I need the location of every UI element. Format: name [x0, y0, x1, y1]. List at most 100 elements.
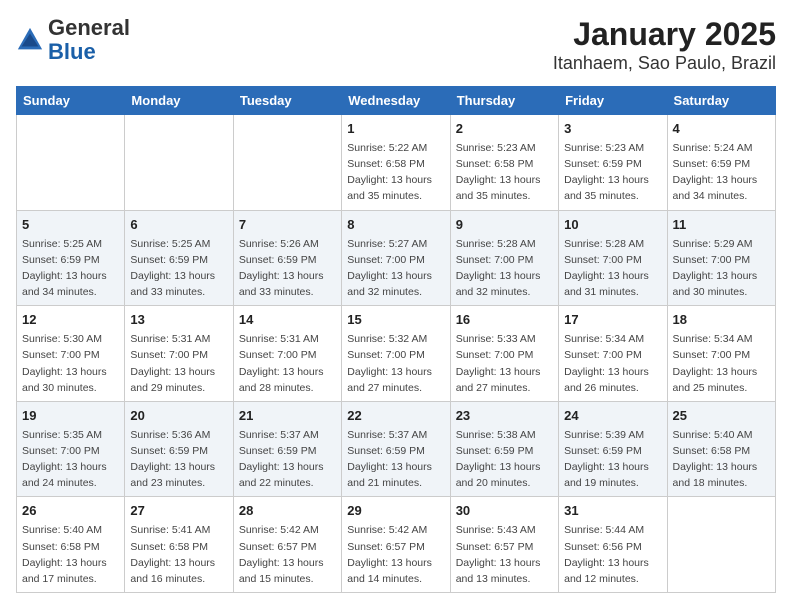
- day-info: Sunrise: 5:37 AM Sunset: 6:59 PM Dayligh…: [239, 429, 324, 489]
- calendar-cell: 30Sunrise: 5:43 AM Sunset: 6:57 PM Dayli…: [450, 497, 558, 593]
- day-number: 21: [239, 407, 336, 425]
- day-number: 26: [22, 502, 119, 520]
- day-info: Sunrise: 5:32 AM Sunset: 7:00 PM Dayligh…: [347, 333, 432, 393]
- weekday-header-row: SundayMondayTuesdayWednesdayThursdayFrid…: [17, 87, 776, 115]
- calendar-cell: 14 Sunrise: 5:31 AM Sunset: 7:00 PM Dayli…: [233, 306, 341, 402]
- calendar-cell: 2 Sunrise: 5:23 AM Sunset: 6:58 PM Daylig…: [450, 115, 558, 211]
- page-title: January 2025: [553, 16, 776, 53]
- weekday-header-wednesday: Wednesday: [342, 87, 450, 115]
- calendar-cell: 9 Sunrise: 5:28 AM Sunset: 7:00 PM Daylig…: [450, 210, 558, 306]
- calendar-cell: 31Sunrise: 5:44 AM Sunset: 6:56 PM Dayli…: [559, 497, 667, 593]
- calendar-table: SundayMondayTuesdayWednesdayThursdayFrid…: [16, 86, 776, 593]
- day-number: 2: [456, 120, 553, 138]
- day-info: Sunrise: 5:29 AM Sunset: 7:00 PM Dayligh…: [673, 238, 758, 298]
- day-info: Sunrise: 5:25 AM Sunset: 6:59 PM Dayligh…: [130, 238, 215, 298]
- calendar-cell: 17Sunrise: 5:34 AM Sunset: 7:00 PM Dayli…: [559, 306, 667, 402]
- day-info: Sunrise: 5:41 AM Sunset: 6:58 PM Dayligh…: [130, 524, 215, 584]
- calendar-cell: [125, 115, 233, 211]
- day-number: 7: [239, 216, 336, 234]
- calendar-cell: 24Sunrise: 5:39 AM Sunset: 6:59 PM Dayli…: [559, 401, 667, 497]
- day-number: 29: [347, 502, 444, 520]
- calendar-week-row: 1 Sunrise: 5:22 AM Sunset: 6:58 PM Daylig…: [17, 115, 776, 211]
- day-info: Sunrise: 5:25 AM Sunset: 6:59 PM Dayligh…: [22, 238, 107, 298]
- day-info: Sunrise: 5:28 AM Sunset: 7:00 PM Dayligh…: [564, 238, 649, 298]
- page-header: General Blue January 2025 Itanhaem, Sao …: [16, 16, 776, 74]
- day-info: Sunrise: 5:33 AM Sunset: 7:00 PM Dayligh…: [456, 333, 541, 393]
- calendar-cell: [667, 497, 775, 593]
- day-info: Sunrise: 5:40 AM Sunset: 6:58 PM Dayligh…: [673, 429, 758, 489]
- calendar-cell: 15 Sunrise: 5:32 AM Sunset: 7:00 PM Dayli…: [342, 306, 450, 402]
- day-number: 30: [456, 502, 553, 520]
- calendar-cell: 16 Sunrise: 5:33 AM Sunset: 7:00 PM Dayli…: [450, 306, 558, 402]
- calendar-cell: 21 Sunrise: 5:37 AM Sunset: 6:59 PM Dayli…: [233, 401, 341, 497]
- day-number: 24: [564, 407, 661, 425]
- calendar-week-row: 12 Sunrise: 5:30 AM Sunset: 7:00 PM Dayli…: [17, 306, 776, 402]
- day-info: Sunrise: 5:27 AM Sunset: 7:00 PM Dayligh…: [347, 238, 432, 298]
- day-number: 19: [22, 407, 119, 425]
- day-number: 9: [456, 216, 553, 234]
- day-info: Sunrise: 5:28 AM Sunset: 7:00 PM Dayligh…: [456, 238, 541, 298]
- calendar-cell: 25 Sunrise: 5:40 AM Sunset: 6:58 PM Dayli…: [667, 401, 775, 497]
- calendar-cell: 4Sunrise: 5:24 AM Sunset: 6:59 PM Daylig…: [667, 115, 775, 211]
- day-info: Sunrise: 5:42 AM Sunset: 6:57 PM Dayligh…: [239, 524, 324, 584]
- day-info: Sunrise: 5:42 AM Sunset: 6:57 PM Dayligh…: [347, 524, 432, 584]
- day-number: 1: [347, 120, 444, 138]
- day-info: Sunrise: 5:31 AM Sunset: 7:00 PM Dayligh…: [239, 333, 324, 393]
- title-block: January 2025 Itanhaem, Sao Paulo, Brazil: [553, 16, 776, 74]
- day-number: 13: [130, 311, 227, 329]
- day-number: 3: [564, 120, 661, 138]
- day-info: Sunrise: 5:36 AM Sunset: 6:59 PM Dayligh…: [130, 429, 215, 489]
- day-info: Sunrise: 5:23 AM Sunset: 6:59 PM Dayligh…: [564, 142, 649, 202]
- day-info: Sunrise: 5:31 AM Sunset: 7:00 PM Dayligh…: [130, 333, 215, 393]
- calendar-cell: 23 Sunrise: 5:38 AM Sunset: 6:59 PM Dayli…: [450, 401, 558, 497]
- calendar-cell: 27 Sunrise: 5:41 AM Sunset: 6:58 PM Dayli…: [125, 497, 233, 593]
- calendar-cell: 11 Sunrise: 5:29 AM Sunset: 7:00 PM Dayli…: [667, 210, 775, 306]
- weekday-header-saturday: Saturday: [667, 87, 775, 115]
- day-info: Sunrise: 5:23 AM Sunset: 6:58 PM Dayligh…: [456, 142, 541, 202]
- day-number: 22: [347, 407, 444, 425]
- calendar-cell: 26Sunrise: 5:40 AM Sunset: 6:58 PM Dayli…: [17, 497, 125, 593]
- page-subtitle: Itanhaem, Sao Paulo, Brazil: [553, 53, 776, 74]
- day-number: 17: [564, 311, 661, 329]
- day-number: 14: [239, 311, 336, 329]
- calendar-cell: 3 Sunrise: 5:23 AM Sunset: 6:59 PM Daylig…: [559, 115, 667, 211]
- day-number: 27: [130, 502, 227, 520]
- calendar-cell: 28 Sunrise: 5:42 AM Sunset: 6:57 PM Dayli…: [233, 497, 341, 593]
- calendar-cell: 29 Sunrise: 5:42 AM Sunset: 6:57 PM Dayli…: [342, 497, 450, 593]
- day-number: 15: [347, 311, 444, 329]
- weekday-header-monday: Monday: [125, 87, 233, 115]
- day-number: 18: [673, 311, 770, 329]
- day-number: 6: [130, 216, 227, 234]
- calendar-cell: 12 Sunrise: 5:30 AM Sunset: 7:00 PM Dayli…: [17, 306, 125, 402]
- day-number: 25: [673, 407, 770, 425]
- day-info: Sunrise: 5:26 AM Sunset: 6:59 PM Dayligh…: [239, 238, 324, 298]
- calendar-week-row: 5 Sunrise: 5:25 AM Sunset: 6:59 PM Daylig…: [17, 210, 776, 306]
- calendar-cell: 5 Sunrise: 5:25 AM Sunset: 6:59 PM Daylig…: [17, 210, 125, 306]
- day-info: Sunrise: 5:30 AM Sunset: 7:00 PM Dayligh…: [22, 333, 107, 393]
- day-number: 12: [22, 311, 119, 329]
- day-number: 10: [564, 216, 661, 234]
- day-number: 8: [347, 216, 444, 234]
- logo-blue: Blue: [48, 39, 96, 64]
- calendar-cell: 19 Sunrise: 5:35 AM Sunset: 7:00 PM Dayli…: [17, 401, 125, 497]
- weekday-header-thursday: Thursday: [450, 87, 558, 115]
- day-number: 11: [673, 216, 770, 234]
- day-info: Sunrise: 5:38 AM Sunset: 6:59 PM Dayligh…: [456, 429, 541, 489]
- weekday-header-sunday: Sunday: [17, 87, 125, 115]
- day-info: Sunrise: 5:22 AM Sunset: 6:58 PM Dayligh…: [347, 142, 432, 202]
- day-info: Sunrise: 5:44 AM Sunset: 6:56 PM Dayligh…: [564, 524, 649, 584]
- weekday-header-tuesday: Tuesday: [233, 87, 341, 115]
- calendar-cell: [233, 115, 341, 211]
- logo-general: General: [48, 15, 130, 40]
- day-number: 20: [130, 407, 227, 425]
- calendar-week-row: 26Sunrise: 5:40 AM Sunset: 6:58 PM Dayli…: [17, 497, 776, 593]
- day-number: 5: [22, 216, 119, 234]
- day-number: 28: [239, 502, 336, 520]
- day-info: Sunrise: 5:35 AM Sunset: 7:00 PM Dayligh…: [22, 429, 107, 489]
- day-number: 23: [456, 407, 553, 425]
- logo-icon: [16, 26, 44, 54]
- day-number: 16: [456, 311, 553, 329]
- day-number: 4: [673, 120, 770, 138]
- calendar-cell: 10 Sunrise: 5:28 AM Sunset: 7:00 PM Dayli…: [559, 210, 667, 306]
- calendar-cell: 1 Sunrise: 5:22 AM Sunset: 6:58 PM Daylig…: [342, 115, 450, 211]
